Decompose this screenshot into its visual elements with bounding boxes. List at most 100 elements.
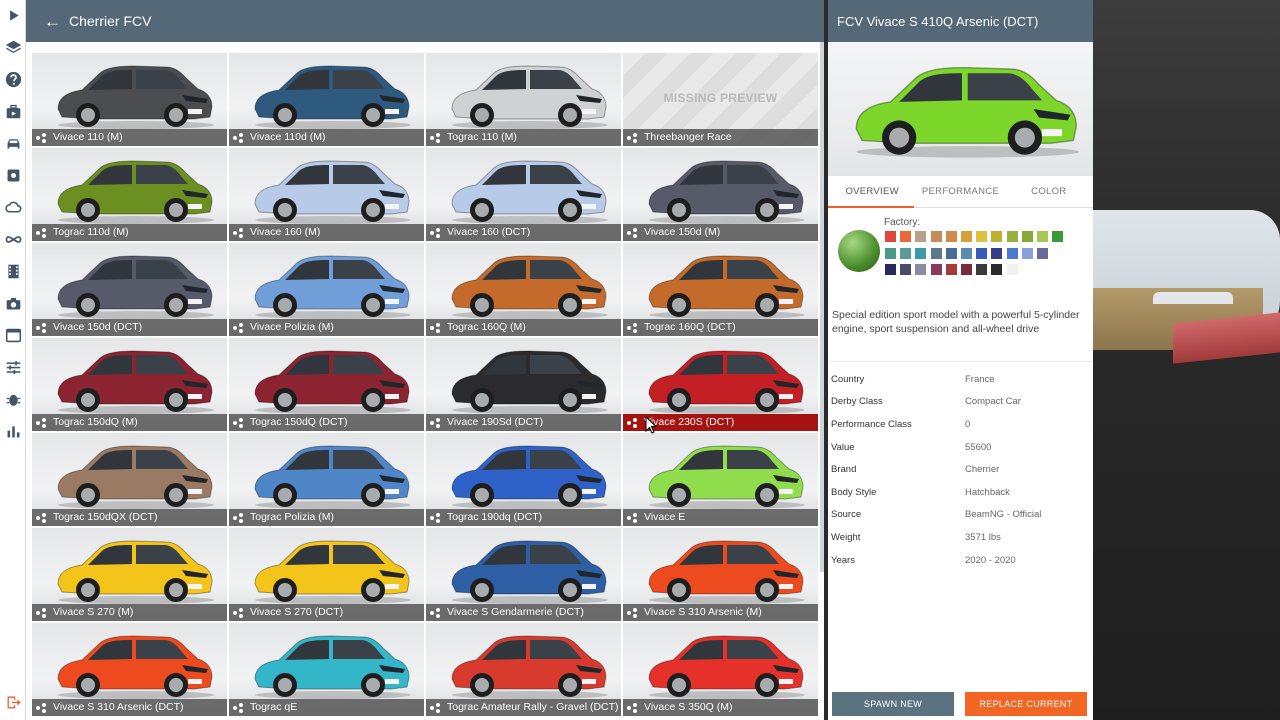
back-arrow-icon[interactable]: ← xyxy=(44,13,61,30)
paint-swatch[interactable] xyxy=(976,264,988,275)
paint-swatch[interactable] xyxy=(900,231,912,242)
paint-swatch[interactable] xyxy=(945,264,957,275)
briefcase-icon[interactable] xyxy=(3,101,23,121)
paint-swatch[interactable] xyxy=(961,231,972,242)
layers-icon[interactable] xyxy=(3,37,23,57)
paint-swatch[interactable] xyxy=(885,231,896,242)
config-tile[interactable]: Vivace S 270 (DCT) xyxy=(229,528,424,621)
camera-icon[interactable] xyxy=(3,293,23,313)
infinity-icon[interactable] xyxy=(3,229,23,249)
config-tile[interactable]: Tograc 110 (M) xyxy=(426,53,621,146)
config-tile[interactable]: Vivace S 310 Arsenic (DCT) xyxy=(32,623,227,716)
paint-swatch[interactable] xyxy=(930,231,942,242)
config-name: Tograc 110 (M) xyxy=(447,131,517,143)
config-tile[interactable]: MISSING PREVIEW Threebanger Race xyxy=(623,53,818,146)
config-tile[interactable]: Vivace 150d (M) xyxy=(623,148,818,241)
tab-color[interactable]: COLOR xyxy=(1005,176,1093,207)
config-label: Threebanger Race xyxy=(623,129,818,146)
paint-swatch[interactable] xyxy=(885,264,896,275)
tab-overview[interactable]: OVERVIEW xyxy=(828,176,916,207)
config-label: Tograc Polizia (M) xyxy=(229,509,424,526)
config-tile[interactable]: Vivace 190Sd (DCT) xyxy=(426,338,621,431)
film-icon[interactable] xyxy=(3,261,23,281)
config-tile[interactable]: Tograc Amateur Rally - Gravel (DCT) xyxy=(426,623,621,716)
property-row: Brand Cherrier xyxy=(828,458,1093,481)
paint-swatch[interactable] xyxy=(991,231,1003,242)
paint-swatch[interactable] xyxy=(945,231,957,242)
paint-swatch[interactable] xyxy=(1006,247,1018,259)
config-name: Tograc 190dq (DCT) xyxy=(447,511,543,523)
property-key: Brand xyxy=(831,464,857,476)
help-icon[interactable] xyxy=(3,69,23,89)
paint-swatch[interactable] xyxy=(900,264,912,275)
paint-swatch[interactable] xyxy=(1006,264,1018,275)
config-tile[interactable]: Tograc 110d (M) xyxy=(32,148,227,241)
paint-swatch[interactable] xyxy=(900,247,912,259)
paint-swatch[interactable] xyxy=(885,247,896,259)
spawn-new-button[interactable]: SPAWN NEW xyxy=(832,692,954,716)
window-icon[interactable] xyxy=(3,325,23,345)
config-tile[interactable]: Tograc 150dQ (M) xyxy=(32,338,227,431)
cloud-icon[interactable] xyxy=(3,197,23,217)
config-tile[interactable]: Tograc 150dQ (DCT) xyxy=(229,338,424,431)
paint-swatch[interactable] xyxy=(976,231,988,242)
config-tile[interactable]: Vivace 150d (DCT) xyxy=(32,243,227,336)
property-key: Value xyxy=(831,441,855,453)
config-tile[interactable]: Tograc 160Q (DCT) xyxy=(623,243,818,336)
paint-swatch[interactable] xyxy=(1021,247,1033,259)
paint-swatch[interactable] xyxy=(1052,231,1064,242)
config-share-icon xyxy=(430,512,441,523)
paint-swatch[interactable] xyxy=(915,247,927,259)
config-label: Vivace S 350Q (M) xyxy=(623,699,818,716)
paint-swatch[interactable] xyxy=(930,264,942,275)
config-tile[interactable]: Vivace S Gendarmerie (DCT) xyxy=(426,528,621,621)
config-tile[interactable]: Vivace 160 (DCT) xyxy=(426,148,621,241)
paint-swatch[interactable] xyxy=(991,247,1003,259)
paint-swatch[interactable] xyxy=(915,231,927,242)
config-tile[interactable]: Vivace E xyxy=(623,433,818,526)
config-tile[interactable]: Tograc 150dQX (DCT) xyxy=(32,433,227,526)
property-row: Years 2020 - 2020 xyxy=(828,549,1093,572)
config-tile[interactable]: Vivace 160 (M) xyxy=(229,148,424,241)
paint-swatch[interactable] xyxy=(961,264,972,275)
sliders-icon[interactable] xyxy=(3,357,23,377)
tab-performance[interactable]: PERFORMANCE xyxy=(916,176,1004,207)
paint-swatch[interactable] xyxy=(976,247,988,259)
paint-swatch[interactable] xyxy=(930,247,942,259)
config-tile[interactable]: Tograc 160Q (M) xyxy=(426,243,621,336)
property-row: Value 55600 xyxy=(828,436,1093,459)
paint-swatch[interactable] xyxy=(1021,231,1033,242)
paint-swatch[interactable] xyxy=(1006,231,1018,242)
settings-icon[interactable] xyxy=(3,165,23,185)
car-thumbnail xyxy=(245,629,413,701)
paint-swatch[interactable] xyxy=(961,247,972,259)
play-icon[interactable] xyxy=(3,5,23,25)
config-tile[interactable]: Vivace Polizia (M) xyxy=(229,243,424,336)
exit-icon[interactable] xyxy=(3,692,23,712)
config-tile[interactable]: Tograc qE xyxy=(229,623,424,716)
config-share-icon xyxy=(627,512,638,523)
game-viewport[interactable] xyxy=(1093,0,1280,720)
property-key: Performance Class xyxy=(831,418,912,430)
paint-swatch[interactable] xyxy=(991,264,1003,275)
replace-current-button[interactable]: REPLACE CURRENT xyxy=(965,692,1087,716)
config-tile[interactable]: Tograc Polizia (M) xyxy=(229,433,424,526)
config-tile[interactable]: Tograc 190dq (DCT) xyxy=(426,433,621,526)
config-share-icon xyxy=(36,227,47,238)
car-icon[interactable] xyxy=(3,133,23,153)
config-tile[interactable]: Vivace S 310 Arsenic (M) xyxy=(623,528,818,621)
paint-swatch[interactable] xyxy=(1037,247,1048,259)
scrollbar[interactable] xyxy=(820,42,824,572)
paint-swatch[interactable] xyxy=(1037,231,1048,242)
paint-swatch[interactable] xyxy=(945,247,957,259)
detail-title: FCV Vivace S 410Q Arsenic (DCT) xyxy=(828,0,1093,42)
paint-swatch[interactable] xyxy=(915,264,927,275)
stats-icon[interactable] xyxy=(3,421,23,441)
missing-preview-text: MISSING PREVIEW xyxy=(663,91,778,105)
config-name: Vivace 190Sd (DCT) xyxy=(447,416,544,428)
config-tile[interactable]: Vivace S 270 (M) xyxy=(32,528,227,621)
config-tile[interactable]: Vivace 110 (M) xyxy=(32,53,227,146)
config-tile[interactable]: Vivace 110d (M) xyxy=(229,53,424,146)
config-tile[interactable]: Vivace S 350Q (M) xyxy=(623,623,818,716)
bug-icon[interactable] xyxy=(3,389,23,409)
